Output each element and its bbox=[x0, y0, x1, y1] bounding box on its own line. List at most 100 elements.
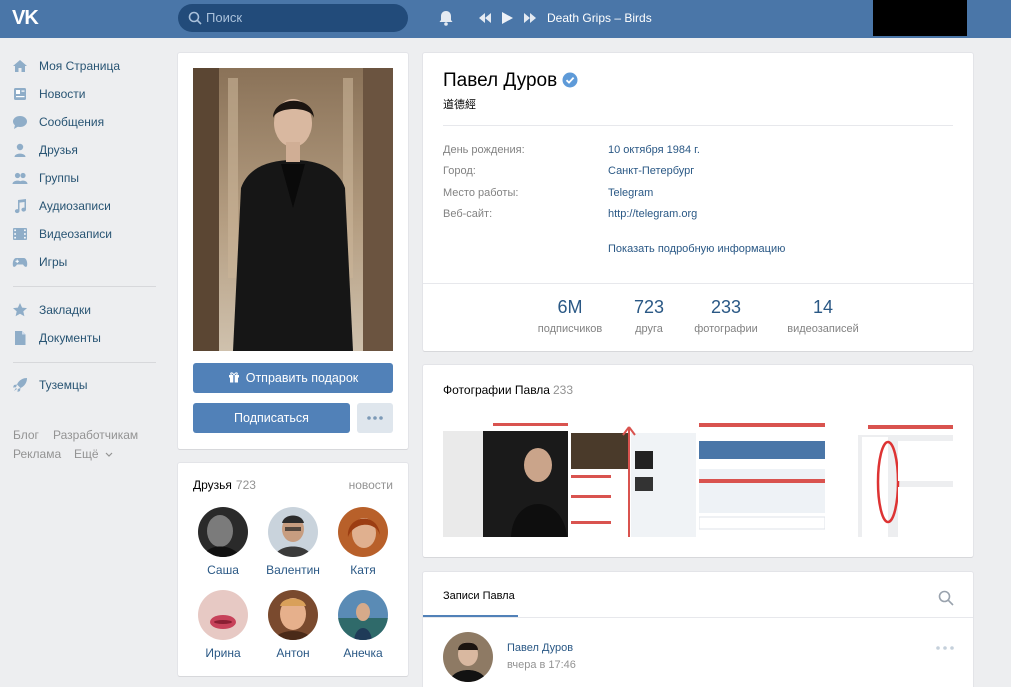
nav-item-news[interactable]: Новости bbox=[12, 84, 162, 104]
nav-label: Сообщения bbox=[39, 115, 105, 129]
nav-item-friends[interactable]: Друзья bbox=[12, 140, 162, 160]
friends-icon bbox=[14, 143, 26, 157]
track-title[interactable]: Death Grips – Birds bbox=[547, 11, 652, 25]
info-value-work[interactable]: Telegram bbox=[608, 187, 653, 199]
stat-label: фотографии bbox=[694, 323, 758, 335]
photos-header[interactable]: Фотографии Павла 233 bbox=[443, 383, 573, 397]
avatar bbox=[198, 590, 248, 640]
avatar bbox=[268, 590, 318, 640]
info-label-work: Место работы: bbox=[443, 187, 519, 199]
nav-divider bbox=[13, 286, 156, 287]
stat-photos[interactable]: 233 фотографии bbox=[681, 297, 771, 335]
friend-name: Валентин bbox=[266, 563, 320, 577]
star-icon bbox=[13, 303, 27, 317]
friends-count: 723 bbox=[235, 478, 256, 492]
user-menu[interactable] bbox=[873, 0, 967, 36]
subscribe-button[interactable]: Подписаться bbox=[193, 403, 350, 433]
music-icon bbox=[14, 199, 27, 214]
friend-name: Анечка bbox=[343, 646, 383, 660]
nav-label: Игры bbox=[39, 255, 68, 269]
photo-thumbnail[interactable] bbox=[699, 417, 825, 537]
divider bbox=[443, 125, 953, 126]
profile-photo[interactable] bbox=[193, 68, 393, 351]
avatar[interactable] bbox=[443, 632, 493, 682]
stat-videos[interactable]: 14 видеозаписей bbox=[778, 297, 868, 335]
info-label-birthday: День рождения: bbox=[443, 144, 525, 156]
more-actions-button[interactable] bbox=[357, 403, 393, 433]
nav-label: Закладки bbox=[39, 303, 91, 317]
info-label-city: Город: bbox=[443, 165, 476, 177]
play-icon[interactable] bbox=[499, 10, 515, 26]
info-value-website[interactable]: http://telegram.org bbox=[608, 208, 697, 220]
nav-label: Туземцы bbox=[39, 378, 88, 392]
documents-icon bbox=[15, 331, 26, 345]
verified-icon bbox=[562, 72, 578, 88]
stat-number: 233 bbox=[710, 297, 742, 317]
friend-item[interactable]: Антон bbox=[258, 590, 328, 670]
nav-item-documents[interactable]: Документы bbox=[12, 328, 162, 348]
bell-icon[interactable] bbox=[437, 9, 455, 27]
divider bbox=[423, 617, 973, 618]
friends-card: Друзья 723 новости Саша Валентин Катя Ири… bbox=[178, 463, 408, 676]
photo-thumbnail[interactable] bbox=[443, 417, 568, 537]
nav-item-groups[interactable]: Группы bbox=[12, 168, 162, 188]
profile-photo-image bbox=[193, 68, 393, 351]
nav-label: Документы bbox=[39, 331, 101, 345]
next-track-icon[interactable] bbox=[522, 10, 538, 26]
search-icon[interactable] bbox=[938, 590, 954, 606]
post-timestamp[interactable]: вчера в 17:46 bbox=[507, 659, 576, 671]
stat-followers[interactable]: 6M подписчиков bbox=[525, 297, 615, 335]
tab-posts[interactable]: Записи Павла bbox=[443, 590, 515, 602]
friend-item[interactable]: Ирина bbox=[188, 590, 258, 670]
friend-name: Антон bbox=[276, 646, 310, 660]
profile-photo-card: Отправить подарок Подписаться bbox=[178, 53, 408, 449]
nav-item-messages[interactable]: Сообщения bbox=[12, 112, 162, 132]
nav-item-my-page[interactable]: Моя Страница bbox=[12, 56, 162, 76]
friend-item[interactable]: Саша bbox=[188, 507, 258, 587]
nav-label: Группы bbox=[39, 171, 79, 185]
nav-item-apps[interactable]: Туземцы bbox=[12, 375, 162, 395]
nav-item-games[interactable]: Игры bbox=[12, 252, 162, 272]
avatar bbox=[268, 507, 318, 557]
photo-thumbnail[interactable] bbox=[828, 417, 953, 537]
home-icon bbox=[13, 60, 27, 72]
friend-item[interactable]: Катя bbox=[328, 507, 398, 587]
video-icon bbox=[13, 228, 27, 240]
photos-count: 233 bbox=[552, 383, 574, 397]
groups-icon bbox=[12, 172, 28, 184]
more-dots-icon[interactable] bbox=[935, 645, 955, 651]
info-value-birthday[interactable]: 10 октября 1984 г. bbox=[608, 144, 700, 156]
avatar bbox=[338, 590, 388, 640]
footer-link-ads[interactable]: Реклама bbox=[13, 447, 61, 461]
photo-thumbnail[interactable] bbox=[571, 417, 696, 537]
search-input[interactable]: Поиск bbox=[178, 4, 408, 32]
nav-item-audio[interactable]: Аудиозаписи bbox=[12, 196, 162, 216]
page-title: Павел Дуров bbox=[443, 70, 558, 91]
nav-divider bbox=[13, 362, 156, 363]
footer-link-blog[interactable]: Блог bbox=[13, 428, 39, 442]
show-more-info-link[interactable]: Показать подробную информацию bbox=[608, 243, 785, 255]
vk-logo[interactable]: VK bbox=[12, 6, 46, 30]
friends-header[interactable]: Друзья 723 bbox=[193, 478, 256, 492]
wall-posts-card: Записи Павла Павел Дуров вчера в 17:46 bbox=[423, 572, 973, 687]
top-bar: VK Поиск Death Grips – Birds bbox=[0, 0, 1011, 38]
post-author-link[interactable]: Павел Дуров bbox=[507, 642, 573, 654]
friend-item[interactable]: Валентин bbox=[258, 507, 328, 587]
nav-item-video[interactable]: Видеозаписи bbox=[12, 224, 162, 244]
friends-news-link[interactable]: новости bbox=[349, 478, 393, 492]
footer-link-more[interactable]: Ещё bbox=[74, 447, 113, 461]
more-dots-icon bbox=[367, 416, 383, 420]
footer-link-developers[interactable]: Разработчикам bbox=[53, 428, 138, 442]
chevron-down-icon bbox=[105, 452, 113, 457]
rocket-icon bbox=[13, 378, 27, 392]
photos-title: Фотографии Павла bbox=[443, 383, 550, 397]
send-gift-button[interactable]: Отправить подарок bbox=[193, 363, 393, 393]
nav-item-bookmarks[interactable]: Закладки bbox=[12, 300, 162, 320]
stat-label: подписчиков bbox=[537, 323, 603, 335]
friend-name: Катя bbox=[350, 563, 376, 577]
previous-track-icon[interactable] bbox=[477, 10, 493, 26]
nav-label: Новости bbox=[39, 87, 86, 101]
friend-item[interactable]: Анечка bbox=[328, 590, 398, 670]
info-value-city[interactable]: Санкт-Петербург bbox=[608, 165, 694, 177]
photo-image bbox=[699, 417, 825, 537]
